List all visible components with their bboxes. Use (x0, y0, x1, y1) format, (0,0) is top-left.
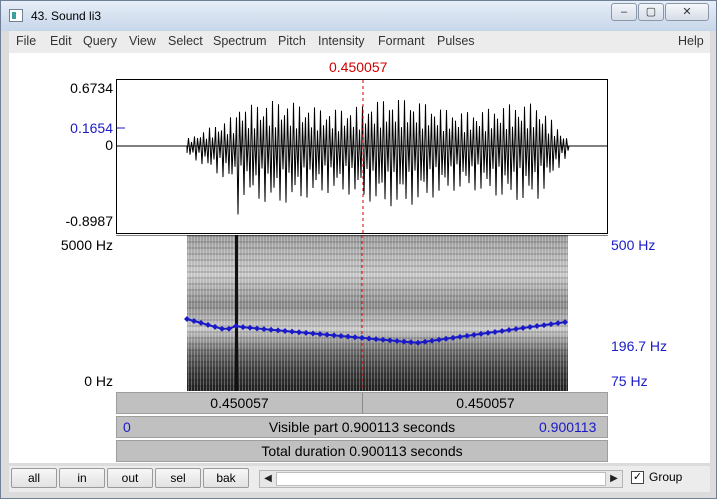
zoom-selection-button[interactable]: sel (155, 468, 201, 488)
menu-formant[interactable]: Formant (378, 34, 425, 48)
sound-editor-window: 43. Sound li3 – ▢ ✕ File Edit Query View… (0, 0, 717, 499)
spectrogram-panel[interactable] (116, 234, 608, 391)
menu-help[interactable]: Help (678, 34, 704, 48)
spectrogram-plot (116, 234, 608, 391)
menu-spectrum[interactable]: Spectrum (213, 34, 267, 48)
group-check-icon[interactable]: ✓ (631, 471, 644, 484)
menu-select[interactable]: Select (168, 34, 203, 48)
time-selection-bar[interactable]: 0.450057 0.450057 (116, 392, 608, 414)
menu-file[interactable]: File (16, 34, 36, 48)
zoom-out-button[interactable]: out (107, 468, 153, 488)
zoom-in-button[interactable]: in (59, 468, 105, 488)
visible-part-bar[interactable]: Visible part 0.900113 seconds (116, 416, 608, 438)
time-scrollbar[interactable]: ◀ ▶ (259, 470, 623, 488)
burst-stripe (235, 235, 238, 391)
time-right-label[interactable]: 0.450057 (363, 393, 608, 413)
close-button[interactable]: ✕ (665, 3, 709, 21)
menu-query[interactable]: Query (83, 34, 117, 48)
scroll-right-icon[interactable]: ▶ (606, 471, 622, 487)
scroll-thumb[interactable] (276, 472, 606, 486)
pitch-value-label: 196.7 Hz (611, 338, 668, 354)
spectrogram-top-label: 5000 Hz (60, 237, 113, 253)
waveform-panel[interactable] (116, 79, 608, 234)
waveform-cursor-value: 0.1654 (70, 120, 113, 136)
waveform-zero-label: 0 (105, 137, 113, 153)
window-title: 43. Sound li3 (31, 9, 102, 23)
pitch-bottom-label: 75 Hz (611, 373, 648, 389)
scroll-left-icon[interactable]: ◀ (260, 471, 276, 487)
praat-window-icon (9, 9, 23, 22)
waveform-min-label: -0.8987 (65, 213, 113, 229)
zoom-all-button[interactable]: all (11, 468, 57, 488)
waveform-trace (117, 99, 607, 215)
zoom-back-button[interactable]: bak (203, 468, 249, 488)
spectrogram-bottom-label: 0 Hz (84, 373, 113, 389)
menu-pulses[interactable]: Pulses (437, 34, 475, 48)
visible-end-label: 0.900113 (539, 419, 597, 435)
waveform-plot (117, 80, 607, 233)
cursor-time-label: 0.450057 (329, 59, 388, 75)
total-duration-bar[interactable]: Total duration 0.900113 seconds (116, 440, 608, 462)
title-bar[interactable]: 43. Sound li3 – ▢ ✕ (1, 1, 716, 31)
editor-area: 0.450057 0.6734 0.1654 0 -0.8987 5000 Hz… (9, 53, 710, 463)
waveform-max-label: 0.6734 (70, 80, 113, 96)
minimize-button[interactable]: – (611, 3, 637, 21)
menu-pitch[interactable]: Pitch (278, 34, 306, 48)
menu-view[interactable]: View (129, 34, 156, 48)
maximize-button[interactable]: ▢ (638, 3, 664, 21)
time-left-label[interactable]: 0.450057 (117, 393, 362, 413)
group-label: Group (649, 470, 683, 484)
menu-bar: File Edit Query View Select Spectrum Pit… (9, 31, 710, 54)
menu-intensity[interactable]: Intensity (318, 34, 365, 48)
visible-start-label: 0 (123, 419, 131, 435)
bottom-toolbar: all in out sel bak ◀ ▶ ✓ Group (9, 466, 710, 492)
menu-edit[interactable]: Edit (50, 34, 72, 48)
pitch-top-label: 500 Hz (611, 237, 656, 253)
